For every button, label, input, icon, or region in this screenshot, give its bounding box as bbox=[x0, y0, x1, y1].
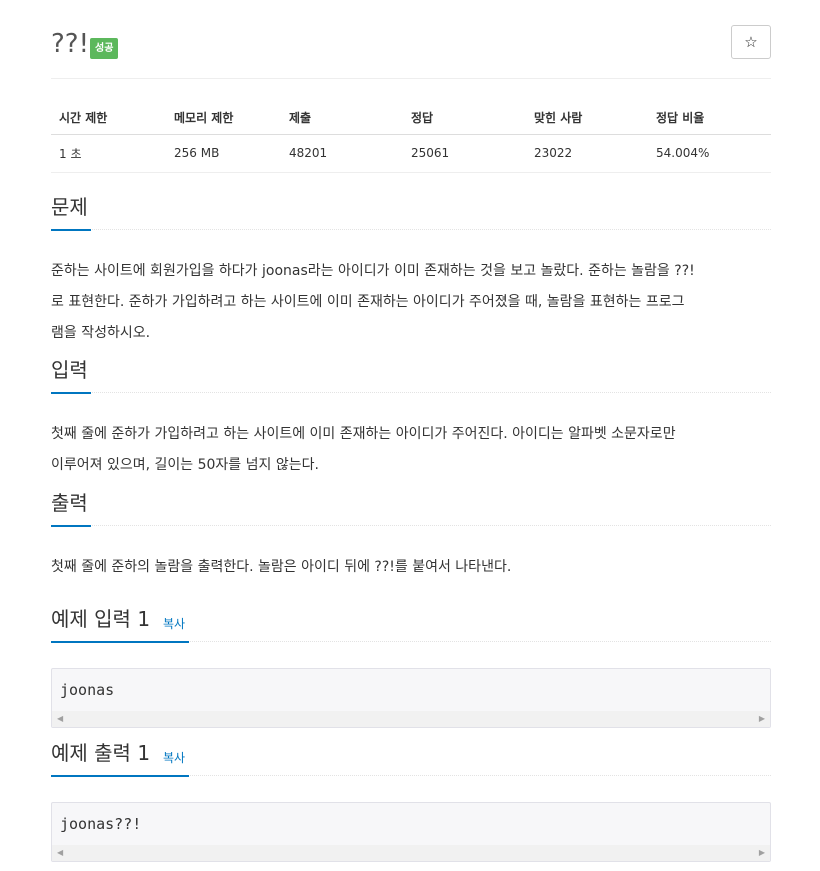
sample-input-header: 예제 입력 1 복사 bbox=[51, 606, 771, 643]
header-memory-limit: 메모리 제한 bbox=[166, 100, 281, 135]
sample-output-box: joonas??! ◀ ▶ bbox=[51, 802, 771, 862]
input-heading: 입력 bbox=[51, 358, 88, 382]
status-badge: 성공 bbox=[90, 38, 119, 59]
star-icon: ☆ bbox=[744, 33, 758, 51]
description-line: 램을 작성하시오. bbox=[51, 325, 151, 341]
header-solvers: 맞힌 사람 bbox=[526, 100, 648, 135]
copy-sample-output-button[interactable]: 복사 bbox=[163, 749, 185, 766]
heading-underline bbox=[51, 229, 91, 231]
problem-page: ??! 성공 ☆ 시간 제한 메모리 제한 제출 정답 맞힌 사람 정답 비율 … bbox=[0, 0, 820, 871]
heading-underline bbox=[51, 392, 91, 394]
sample-input-box: joonas ◀ ▶ bbox=[51, 668, 771, 728]
sample-input-heading: 예제 입력 1 bbox=[51, 607, 151, 631]
output-section-header: 출력 bbox=[51, 490, 771, 527]
sample-output-header: 예제 출력 1 복사 bbox=[51, 740, 771, 777]
description-text: 준하는 사이트에 회원가입을 하다가 joonas라는 아이디가 이미 존재하는… bbox=[51, 256, 771, 349]
header-time-limit: 시간 제한 bbox=[51, 100, 166, 135]
memory-limit-value: 256 MB bbox=[174, 146, 220, 160]
section-divider bbox=[51, 391, 771, 393]
input-text: 첫째 줄에 준하가 가입하려고 하는 사이트에 이미 존재하는 아이디가 주어진… bbox=[51, 419, 771, 481]
heading-underline bbox=[51, 525, 91, 527]
accepted-value: 25061 bbox=[411, 146, 450, 160]
output-line: 첫째 줄에 준하의 놀람을 출력한다. 놀람은 아이디 뒤에 ??!를 붙여서 … bbox=[51, 559, 512, 575]
section-divider bbox=[51, 524, 771, 526]
output-heading: 출력 bbox=[51, 491, 88, 515]
description-heading: 문제 bbox=[51, 195, 88, 219]
problem-title: ??! bbox=[51, 29, 90, 59]
copy-sample-input-button[interactable]: 복사 bbox=[163, 615, 185, 632]
header-accepted: 정답 bbox=[403, 100, 526, 135]
description-section-header: 문제 bbox=[51, 194, 771, 231]
info-header-row: 시간 제한 메모리 제한 제출 정답 맞힌 사람 정답 비율 bbox=[51, 100, 771, 135]
scroll-left-icon[interactable]: ◀ bbox=[57, 848, 63, 857]
scroll-right-icon[interactable]: ▶ bbox=[759, 848, 765, 857]
info-table-divider bbox=[51, 172, 771, 173]
header-accept-ratio: 정답 비율 bbox=[648, 100, 771, 135]
heading-underline bbox=[51, 775, 189, 777]
section-divider bbox=[51, 228, 771, 230]
star-button[interactable]: ☆ bbox=[731, 25, 771, 59]
accept-ratio-value: 54.004% bbox=[656, 146, 710, 160]
header-divider bbox=[51, 78, 771, 79]
sample-output-code: joonas??! bbox=[60, 815, 142, 833]
input-line: 첫째 줄에 준하가 가입하려고 하는 사이트에 이미 존재하는 아이디가 주어진… bbox=[51, 426, 676, 442]
sample-input-code: joonas bbox=[60, 681, 115, 699]
input-section-header: 입력 bbox=[51, 357, 771, 394]
solvers-value: 23022 bbox=[534, 146, 573, 160]
heading-underline bbox=[51, 641, 189, 643]
time-limit-value: 1 초 bbox=[59, 146, 82, 161]
horizontal-scrollbar[interactable]: ◀ ▶ bbox=[52, 845, 770, 861]
header-submissions: 제출 bbox=[281, 100, 403, 135]
horizontal-scrollbar[interactable]: ◀ ▶ bbox=[52, 711, 770, 727]
input-line: 이루어져 있으며, 길이는 50자를 넘지 않는다. bbox=[51, 457, 319, 473]
problem-info-table: 시간 제한 메모리 제한 제출 정답 맞힌 사람 정답 비율 1 초 256 M… bbox=[51, 100, 771, 171]
scroll-left-icon[interactable]: ◀ bbox=[57, 714, 63, 723]
scroll-right-icon[interactable]: ▶ bbox=[759, 714, 765, 723]
submissions-value: 48201 bbox=[289, 146, 328, 160]
description-line: 로 표현한다. 준하가 가입하려고 하는 사이트에 이미 존재하는 아이디가 주… bbox=[51, 294, 685, 310]
sample-output-heading: 예제 출력 1 bbox=[51, 741, 151, 765]
info-value-row: 1 초 256 MB 48201 25061 23022 54.004% bbox=[51, 135, 771, 172]
description-line: 준하는 사이트에 회원가입을 하다가 joonas라는 아이디가 이미 존재하는… bbox=[51, 263, 695, 279]
output-text: 첫째 줄에 준하의 놀람을 출력한다. 놀람은 아이디 뒤에 ??!를 붙여서 … bbox=[51, 552, 771, 583]
